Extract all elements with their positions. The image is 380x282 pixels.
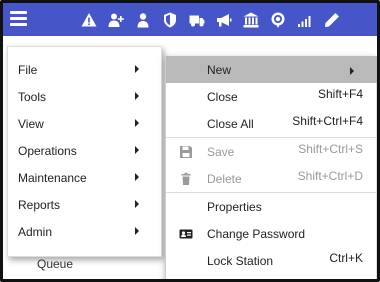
save-icon	[180, 146, 192, 158]
menu-item-tools[interactable]: Tools	[8, 83, 163, 110]
app-window: Queue File Tools View Operations Mainten…	[0, 0, 380, 282]
bank-icon[interactable]	[237, 3, 264, 36]
signal-icon[interactable]	[291, 3, 318, 36]
chevron-right-icon	[135, 92, 139, 100]
menu-item-operations[interactable]: Operations	[8, 137, 163, 164]
shortcut-label: Shift+Ctrl+S	[298, 142, 363, 156]
trash-icon	[181, 172, 191, 185]
add-user-icon[interactable]	[102, 3, 129, 36]
chevron-right-icon	[135, 173, 139, 181]
submenu-item-change-password[interactable]: Change Password	[166, 220, 377, 247]
hamburger-icon[interactable]	[10, 11, 27, 26]
top-toolbar	[3, 3, 377, 36]
menu-item-label: View	[18, 116, 44, 131]
submenu-item-label: Properties	[207, 200, 262, 214]
submenu-item-label: Change Password	[207, 227, 306, 241]
menu-item-label: Maintenance	[18, 170, 87, 185]
shortcut-label: Shift+Ctrl+F4	[292, 114, 363, 128]
user-icon[interactable]	[129, 3, 156, 36]
submenu-item-label: Delete	[207, 172, 242, 186]
menu-item-admin[interactable]: Admin	[8, 218, 163, 245]
menu-item-view[interactable]: View	[8, 110, 163, 137]
warning-icon[interactable]	[75, 3, 102, 36]
submenu-item-label: New	[207, 63, 232, 77]
shortcut-label: Shift+F4	[317, 87, 363, 101]
submenu-item-label: Save	[207, 145, 235, 159]
toolbar-icons	[75, 3, 345, 36]
chevron-right-icon	[135, 227, 139, 235]
submenu-item-lock-station[interactable]: Lock Station Ctrl+K	[166, 247, 377, 274]
location-pin-icon[interactable]	[264, 3, 291, 36]
submenu-item-label: Lock Station	[207, 254, 274, 268]
submenu-item-save[interactable]: Save Shift+Ctrl+S	[166, 138, 377, 165]
chevron-right-icon	[135, 200, 139, 208]
submenu-item-label: Close	[207, 90, 238, 104]
submenu-item-new[interactable]: New	[166, 56, 377, 83]
chevron-right-icon	[350, 67, 354, 75]
file-submenu: New Close Shift+F4 Close All Shift+Ctrl+…	[165, 56, 377, 279]
menu-item-maintenance[interactable]: Maintenance	[8, 164, 163, 191]
chevron-right-icon	[135, 146, 139, 154]
pencil-icon[interactable]	[318, 3, 345, 36]
submenu-item-close[interactable]: Close Shift+F4	[166, 83, 377, 110]
megaphone-icon[interactable]	[210, 3, 237, 36]
shortcut-label: Ctrl+K	[329, 251, 363, 265]
chevron-right-icon	[135, 65, 139, 73]
submenu-item-properties[interactable]: Properties	[166, 193, 377, 220]
main-menu: File Tools View Operations Maintenance R…	[7, 46, 162, 257]
menu-item-label: Tools	[18, 89, 47, 104]
submenu-item-delete[interactable]: Delete Shift+Ctrl+D	[166, 165, 377, 192]
submenu-item-close-all[interactable]: Close All Shift+Ctrl+F4	[166, 110, 377, 137]
menu-item-reports[interactable]: Reports	[8, 191, 163, 218]
submenu-item-label: Close All	[207, 117, 254, 131]
id-card-icon	[179, 229, 193, 239]
shortcut-label: Shift+Ctrl+D	[297, 169, 363, 183]
menu-item-label: Reports	[18, 197, 61, 212]
shield-icon[interactable]	[156, 3, 183, 36]
truck-icon[interactable]	[183, 3, 210, 36]
menu-item-file[interactable]: File	[8, 56, 163, 83]
chevron-right-icon	[135, 119, 139, 127]
menu-item-label: Operations	[18, 143, 77, 158]
menu-item-label: File	[18, 62, 38, 77]
queue-label[interactable]: Queue	[37, 257, 73, 271]
menu-item-label: Admin	[18, 224, 53, 239]
